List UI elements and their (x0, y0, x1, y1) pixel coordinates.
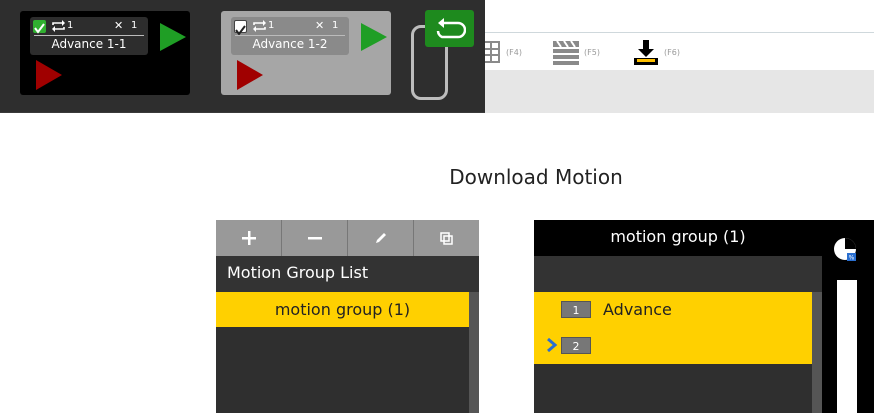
run-count: 1 (332, 20, 339, 31)
group-list-header: Motion Group List (216, 256, 479, 292)
add-group-button[interactable] (216, 220, 282, 256)
table-icon (482, 41, 500, 63)
pie-progress-icon: % (834, 238, 856, 262)
group-list-toolbar (216, 220, 479, 256)
group-list: motion group (1) (216, 292, 469, 413)
group-list-scrollbar[interactable] (469, 292, 479, 413)
motion-row-number: 1 (561, 301, 591, 318)
motion-group-list-panel: Motion Group List motion group (1) (216, 220, 479, 413)
motion-card-header: 1 ✕ 1 Advance 1-1 (30, 17, 148, 55)
motion-name: Advance 1-2 (252, 37, 328, 51)
edit-group-button[interactable] (348, 220, 414, 256)
download-icon (634, 40, 658, 65)
page-title: Download Motion (449, 165, 623, 189)
play-forward-icon[interactable] (361, 23, 387, 51)
repeat-icon (253, 20, 266, 32)
remove-group-button[interactable] (282, 220, 348, 256)
play-forward-icon[interactable] (160, 23, 186, 51)
motion-card-header: 1 ✕ 1 Advance 1-2 (231, 17, 349, 55)
toolbar-key-label: (F4) (506, 47, 522, 57)
group-detail-header: motion group (1) (610, 227, 746, 246)
toolbar-key-label: (F5) (584, 47, 600, 57)
toolbar-item-f6[interactable]: (F6) (632, 38, 680, 66)
copy-group-button[interactable] (414, 220, 479, 256)
play-backward-icon[interactable] (237, 60, 263, 90)
card-divider (34, 35, 144, 36)
motion-group-detail-panel: motion group (1) 1 Advance 2 % (534, 220, 874, 413)
motion-list: 1 Advance 2 (534, 292, 812, 413)
times-icon: ✕ (315, 19, 325, 32)
run-count: 1 (131, 20, 138, 31)
card-divider (235, 35, 345, 36)
motion-list-scrollbar[interactable] (812, 292, 822, 413)
motion-row-name: Advance (603, 300, 672, 319)
percent-badge: % (849, 255, 855, 262)
toolbar-key-label: (F6) (664, 47, 680, 57)
motion-row-1[interactable]: 1 Advance (534, 292, 812, 328)
repeat-count: 1 (67, 20, 74, 31)
plus-icon (241, 231, 256, 245)
minus-icon (307, 237, 322, 240)
play-backward-icon[interactable] (36, 60, 62, 90)
list-item-selected[interactable]: motion group (1) (216, 292, 469, 327)
chevron-right-icon (547, 337, 558, 353)
progress-side-bar (837, 280, 857, 413)
clapperboard-icon (553, 40, 579, 65)
download-motion-screen: (F4) (F5) (F6) 1 ✕ 1 Advance 1-1 1 ✕ 1 A… (0, 0, 874, 413)
group-detail-subheader (534, 256, 822, 292)
motion-name: Advance 1-1 (51, 37, 127, 51)
motion-card-2[interactable]: 1 ✕ 1 Advance 1-2 (221, 11, 391, 95)
times-icon: ✕ (114, 19, 124, 32)
motion-row-2[interactable]: 2 (534, 328, 812, 364)
copy-icon (440, 231, 453, 245)
motion-queue-overlay: 1 ✕ 1 Advance 1-1 1 ✕ 1 Advance 1-2 (0, 0, 485, 113)
toolbar-lower-band (485, 70, 874, 113)
toolbar-divider (485, 32, 874, 33)
pencil-icon (375, 233, 386, 243)
return-button[interactable] (425, 10, 474, 47)
toolbar-item-f5[interactable]: (F5) (552, 38, 600, 66)
checkbox-checked[interactable] (234, 20, 247, 36)
motion-card-1[interactable]: 1 ✕ 1 Advance 1-1 (20, 11, 190, 95)
repeat-icon (52, 20, 65, 32)
checkbox-checked[interactable] (33, 20, 46, 34)
toolbar-item-f4[interactable]: (F4) (482, 38, 522, 66)
motion-row-number: 2 (561, 337, 591, 354)
return-arrow-icon (436, 17, 466, 38)
checkmark-icon (34, 23, 45, 34)
repeat-count: 1 (268, 20, 275, 31)
